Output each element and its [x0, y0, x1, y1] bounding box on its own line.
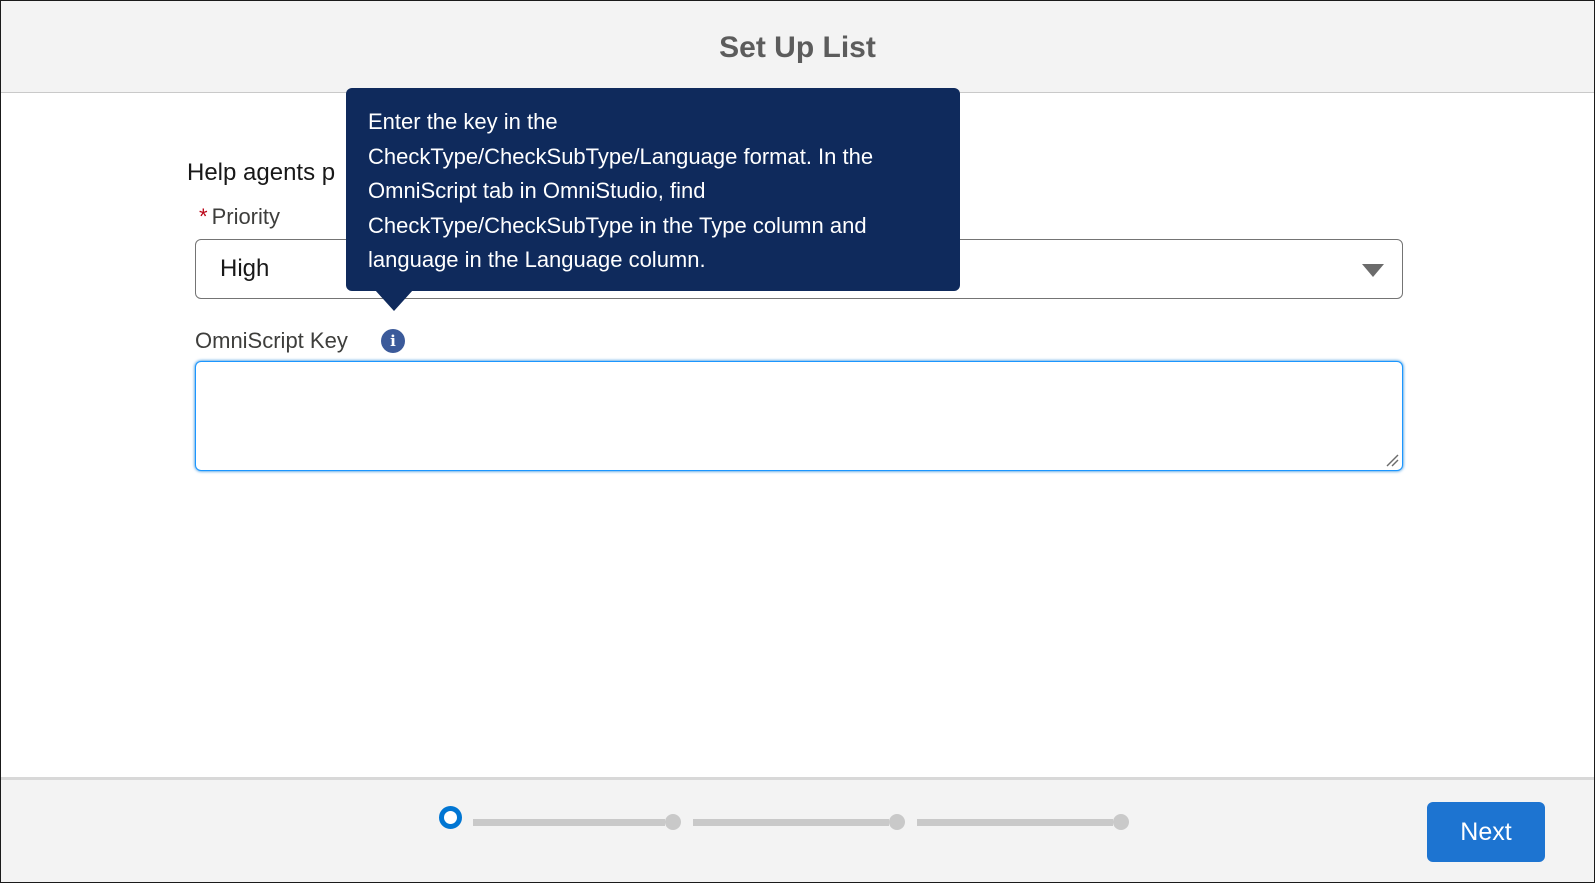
priority-selected-value: High	[220, 255, 270, 282]
modal-title: Set Up List	[719, 30, 876, 64]
tooltip-pointer	[375, 290, 413, 311]
progress-track	[473, 819, 665, 826]
modal-footer: Next	[1, 777, 1594, 882]
progress-indicator	[437, 804, 1157, 844]
progress-step[interactable]	[889, 814, 905, 830]
help-text: Help agents p	[187, 159, 336, 186]
next-button[interactable]: Next	[1427, 802, 1545, 862]
priority-label-text: Priority	[211, 204, 281, 229]
chevron-down-icon	[1362, 264, 1384, 277]
progress-step[interactable]	[665, 814, 681, 830]
progress-step-current[interactable]	[439, 806, 462, 829]
progress-track	[917, 819, 1113, 826]
required-marker: *	[199, 204, 208, 229]
omniscript-key-label: OmniScript Key	[195, 328, 348, 353]
progress-step[interactable]	[1113, 814, 1129, 830]
priority-label: * Priority	[199, 204, 280, 230]
help-tooltip: Enter the key in the CheckType/CheckSubT…	[346, 88, 960, 291]
resize-grip-icon[interactable]	[1385, 453, 1399, 467]
omniscript-key-input[interactable]	[195, 361, 1403, 471]
info-icon[interactable]: i	[381, 329, 405, 353]
set-up-list-modal: Set Up List Help agents p * Priority High…	[0, 0, 1595, 883]
progress-track	[693, 819, 889, 826]
modal-header: Set Up List	[1, 1, 1594, 93]
